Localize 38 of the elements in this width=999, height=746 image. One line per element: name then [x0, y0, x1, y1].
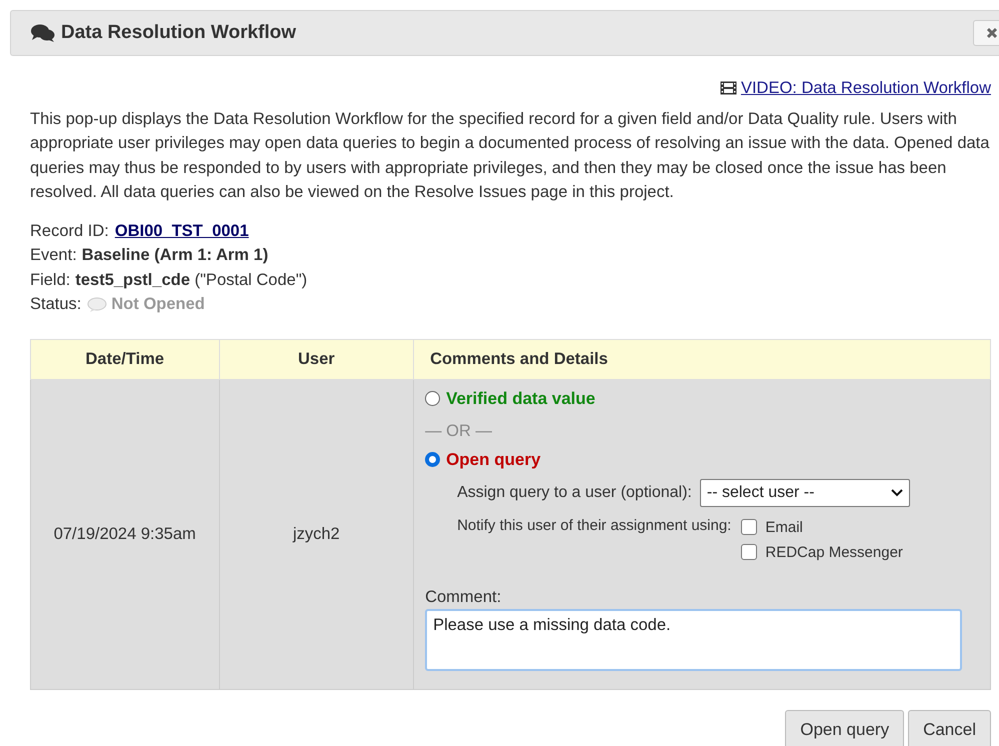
- checkbox[interactable]: [741, 519, 758, 535]
- detail-value: test5_pstl_cde ("Postal Code"): [75, 270, 308, 291]
- speech-bubble-icon: [87, 296, 108, 312]
- detail-label: Field:: [30, 270, 70, 291]
- date-cell: 07/19/2024 9:35am: [30, 379, 220, 690]
- column-header: Comments and Details: [414, 339, 990, 380]
- description-text: This pop-up displays the Data Resolution Workflow for the specified record for a given field and/or Data Quality rule. Users with appropriate user privileges may open data queries to begin a documented process of resolving an issue with the data. Opened data queries may thus be responded to by users with appropriate privileges, and then they may be closed once the issue has been resolved. All data queries can also be viewed on the Resolve Issues page in this project.: [30, 108, 990, 204]
- chat-bubbles-icon: [31, 23, 55, 43]
- dialog-button[interactable]: Cancel: [908, 710, 991, 746]
- dialog-button[interactable]: Open query: [785, 710, 904, 746]
- detail-value: Baseline (Arm 1: Arm 1): [82, 245, 268, 266]
- radio-button[interactable]: [425, 391, 440, 406]
- status-value: Not Opened: [111, 294, 205, 316]
- assign-label: Assign query to a user (optional):: [457, 482, 692, 502]
- choice-label: Verified data value: [446, 388, 596, 410]
- chevron-down-icon: [890, 488, 903, 496]
- notify-label: Notify this user of their assignment using:: [457, 516, 732, 536]
- checkbox-label: REDCap Messenger: [765, 542, 903, 562]
- detail-label: Record ID:: [30, 220, 109, 242]
- user-cell: jzych2: [219, 379, 414, 690]
- column-header: User: [219, 339, 414, 380]
- radio-button[interactable]: [425, 452, 440, 468]
- detail-label: Event:: [30, 245, 77, 266]
- film-icon: [720, 81, 737, 96]
- or-separator: — OR —: [425, 421, 493, 442]
- window-title: Data Resolution Workflow: [61, 20, 296, 45]
- comment-field[interactable]: Please use a missing data code.: [425, 609, 962, 672]
- close-icon: [987, 27, 997, 39]
- column-header: Date/Time: [30, 339, 220, 380]
- video-link[interactable]: VIDEO: Data Resolution Workflow: [740, 76, 991, 101]
- close-button[interactable]: [973, 20, 999, 46]
- checkbox[interactable]: [741, 544, 758, 560]
- checkbox-label: Email: [765, 518, 803, 538]
- detail-label: Status:: [30, 294, 82, 316]
- choice-label: Open query: [446, 449, 541, 471]
- comment-label: Comment:: [425, 586, 502, 608]
- user-select[interactable]: -- select user --: [700, 478, 910, 506]
- record-link[interactable]: OBI00_TST_0001: [114, 218, 249, 244]
